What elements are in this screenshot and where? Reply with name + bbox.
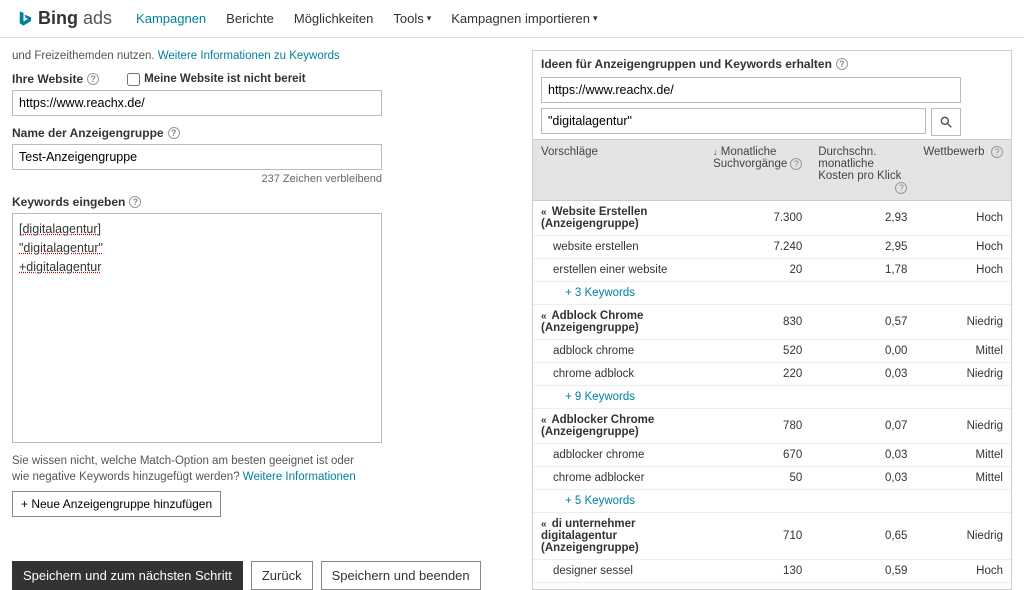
save-exit-button[interactable]: Speichern und beenden [321,561,481,590]
keywords-info-link[interactable]: Weitere Informationen zu Keywords [158,50,340,62]
adgroup-name-input[interactable] [12,144,382,170]
search-icon [939,115,953,129]
chevron-left-icon: « [541,207,547,218]
chevron-left-icon: « [541,311,547,322]
sort-down-icon: ↓ [713,147,718,157]
nav-moeglichkeiten[interactable]: Möglichkeiten [294,11,374,26]
table-group-row[interactable]: « Adblocker Chrome (Anzeigengruppe)7800,… [533,409,1011,444]
table-keyword-row[interactable]: chrome adblock2200,03Niedrig [533,363,1011,386]
info-snippet: und Freizeithemden nutzen. Weitere Infor… [12,50,502,62]
ideas-url-input[interactable] [541,77,961,103]
table-keyword-row[interactable]: adblocker chrome6700,03Mittel [533,444,1011,467]
nav-kampagnen[interactable]: Kampagnen [136,11,206,26]
chevron-left-icon: « [541,519,547,530]
ideas-keyword-input[interactable] [541,108,926,134]
website-not-ready-checkbox[interactable] [127,73,140,86]
ideas-table: Vorschläge ↓ Monatliche Suchvorgänge? Du… [533,139,1011,583]
search-button[interactable] [931,108,961,136]
help-icon[interactable]: ? [87,73,99,85]
help-icon[interactable]: ? [168,127,180,139]
website-not-ready-label: Meine Website ist nicht bereit [144,73,305,85]
adgroup-name-label: Name der Anzeigengruppe ? [12,126,502,140]
footer-buttons: Speichern und zum nächsten Schritt Zurüc… [12,561,502,590]
table-keyword-row[interactable]: website erstellen7.2402,95Hoch [533,236,1011,259]
col-suggestions[interactable]: Vorschläge [533,140,705,201]
nav-kampagnen-import[interactable]: Kampagnen importieren▾ [451,11,597,26]
help-icon[interactable]: ? [129,196,141,208]
nav-berichte[interactable]: Berichte [226,11,274,26]
bing-logo-icon [16,10,34,28]
table-keyword-row[interactable]: chrome adblocker500,03Mittel [533,467,1011,490]
ideas-panel: Ideen für Anzeigengruppen und Keywords e… [532,50,1012,590]
logo-text: Bing ads [38,8,112,29]
col-competition[interactable]: Wettbewerb? [915,140,1011,201]
match-option-note: Sie wissen nicht, welche Match-Option am… [12,453,372,485]
table-more-row[interactable]: + 9 Keywords [533,386,1011,409]
ideas-header: Ideen für Anzeigengruppen und Keywords e… [533,57,1011,77]
top-nav: Bing ads Kampagnen Berichte Möglichkeite… [0,0,1024,38]
add-adgroup-button[interactable]: + Neue Anzeigengruppe hinzufügen [12,491,221,517]
help-icon[interactable]: ? [836,58,848,70]
table-group-row[interactable]: « Adblock Chrome (Anzeigengruppe)8300,57… [533,305,1011,340]
website-input[interactable] [12,90,382,116]
website-label: Ihre Website ? Meine Website ist nicht b… [12,72,502,86]
table-keyword-row[interactable]: designer sessel1300,59Hoch [533,560,1011,583]
table-group-row[interactable]: « di unternehmer digitalagentur (Anzeige… [533,513,1011,560]
chevron-left-icon: « [541,415,547,426]
logo[interactable]: Bing ads [16,8,112,29]
col-monthly-searches[interactable]: ↓ Monatliche Suchvorgänge? [705,140,810,201]
table-keyword-row[interactable]: adblock chrome5200,00Mittel [533,340,1011,363]
back-button[interactable]: Zurück [251,561,313,590]
match-info-link[interactable]: Weitere Informationen [243,471,356,483]
chars-remaining: 237 Zeichen verbleibend [12,173,382,185]
col-avg-cpc[interactable]: Durchschn. monatliche Kosten pro Klick? [810,140,915,201]
left-column: und Freizeithemden nutzen. Weitere Infor… [12,50,502,590]
table-more-row[interactable]: + 3 Keywords [533,282,1011,305]
keywords-label: Keywords eingeben ? [12,195,502,209]
table-group-row[interactable]: « Website Erstellen (Anzeigengruppe)7.30… [533,201,1011,236]
save-next-button[interactable]: Speichern und zum nächsten Schritt [12,561,243,590]
table-keyword-row[interactable]: erstellen einer website201,78Hoch [533,259,1011,282]
nav-tools[interactable]: Tools▾ [393,11,431,26]
table-more-row[interactable]: + 5 Keywords [533,490,1011,513]
keywords-textarea[interactable]: [digitalagentur] "digitalagentur" +digit… [12,213,382,443]
chevron-down-icon: ▾ [427,13,432,24]
chevron-down-icon: ▾ [593,13,598,24]
